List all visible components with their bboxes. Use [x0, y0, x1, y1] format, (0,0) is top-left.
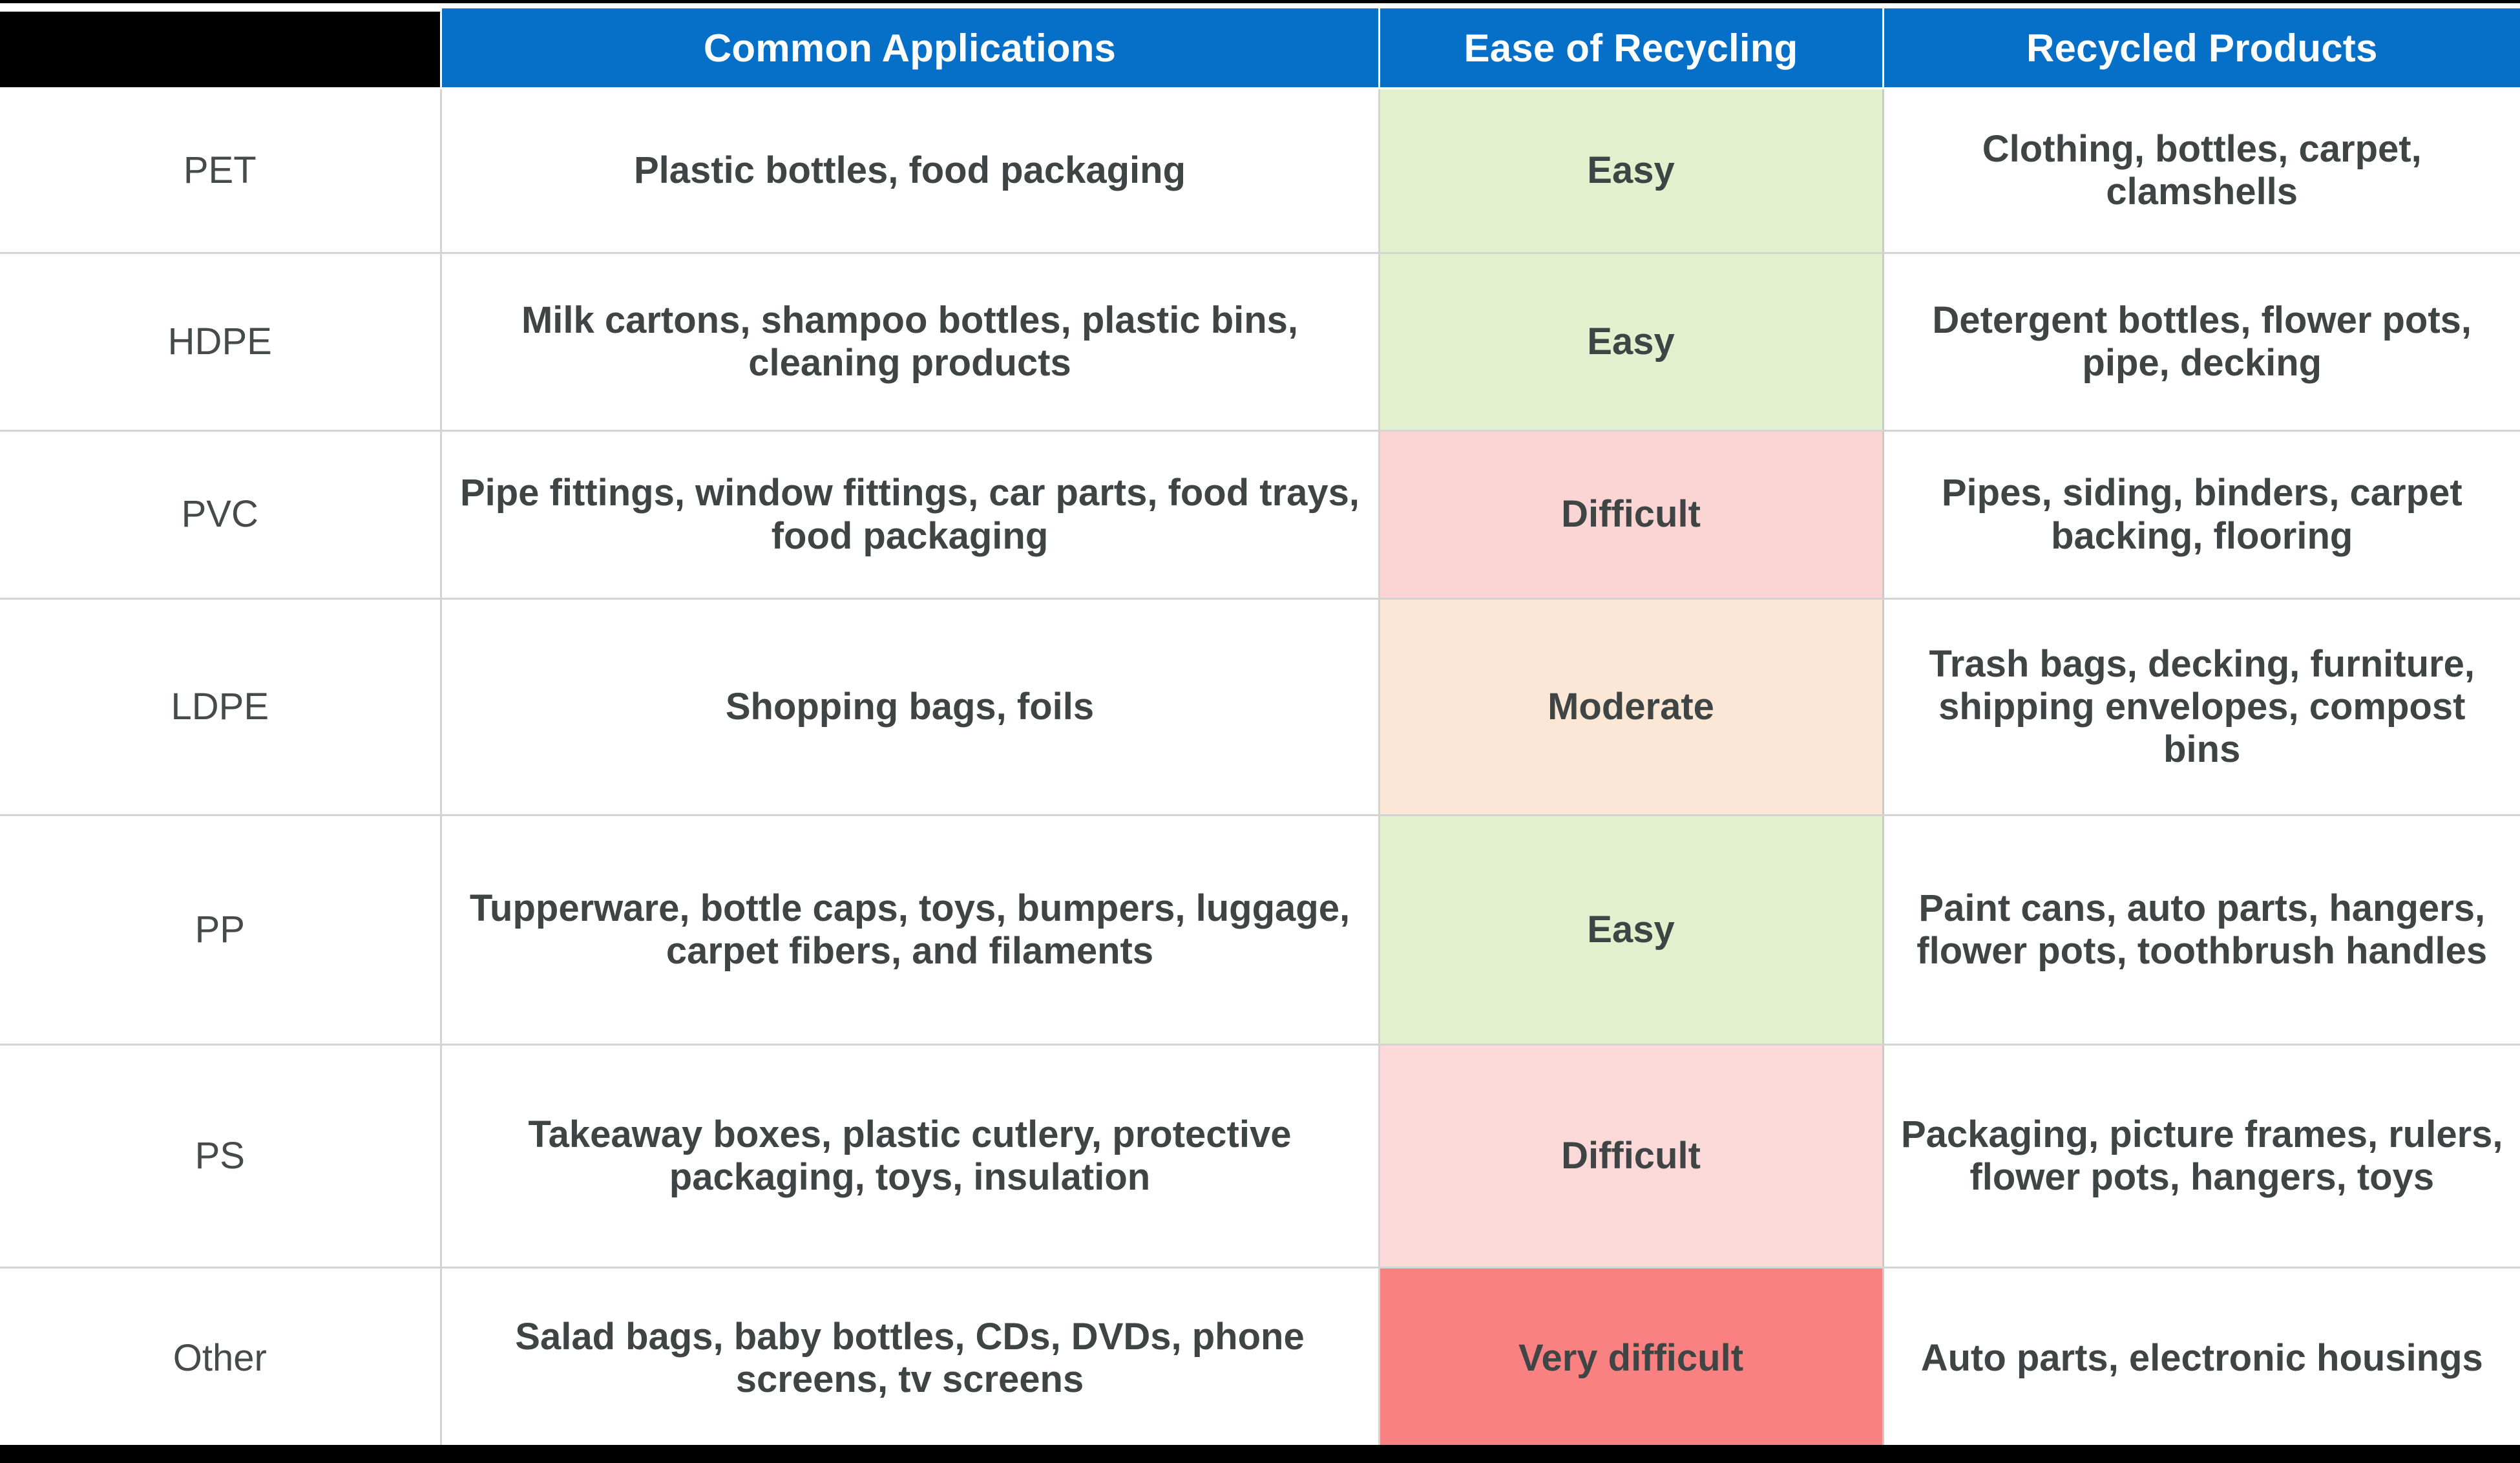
cell-ease-of-recycling: Difficult [1378, 1044, 1884, 1268]
cell-common-applications: Shopping bags, foils [439, 598, 1380, 816]
header-row: Common Applications Ease of Recycling Re… [0, 3, 2520, 89]
cell-plastic-code: PET [0, 87, 442, 254]
cell-recycled-products: Trash bags, decking, furniture, shipping… [1882, 598, 2520, 816]
cell-ease-of-recycling: Difficult [1378, 430, 1884, 600]
table-row: Other Salad bags, baby bottles, CDs, DVD… [0, 1267, 2520, 1450]
table-row: HDPE Milk cartons, shampoo bottles, plas… [0, 252, 2520, 432]
cell-ease-of-recycling: Very difficult [1378, 1267, 1884, 1450]
header-ease-of-recycling: Ease of Recycling [1378, 6, 1884, 89]
cell-common-applications: Salad bags, baby bottles, CDs, DVDs, pho… [439, 1267, 1380, 1450]
table-body: PET Plastic bottles, food packaging Easy… [0, 87, 2520, 1450]
cell-recycled-products: Packaging, picture frames, rulers, flowe… [1882, 1044, 2520, 1268]
cell-common-applications: Pipe fittings, window fittings, car part… [439, 430, 1380, 600]
cell-ease-of-recycling: Easy [1378, 814, 1884, 1046]
cell-plastic-code: PS [0, 1044, 442, 1268]
cell-ease-of-recycling: Moderate [1378, 598, 1884, 816]
header-recycled-products: Recycled Products [1882, 6, 2520, 89]
cell-plastic-code: HDPE [0, 252, 442, 432]
plastics-recycling-table: Common Applications Ease of Recycling Re… [0, 3, 2520, 1450]
cell-plastic-code: PP [0, 814, 442, 1046]
cell-plastic-code: Other [0, 1267, 442, 1450]
table-header: Common Applications Ease of Recycling Re… [0, 3, 2520, 89]
cell-plastic-code: PVC [0, 430, 442, 600]
cell-common-applications: Tupperware, bottle caps, toys, bumpers, … [439, 814, 1380, 1046]
cell-common-applications: Plastic bottles, food packaging [439, 87, 1380, 254]
table-row: LDPE Shopping bags, foils Moderate Trash… [0, 598, 2520, 816]
cell-common-applications: Takeaway boxes, plastic cutlery, protect… [439, 1044, 1380, 1268]
cell-plastic-code: LDPE [0, 598, 442, 816]
cell-recycled-products: Detergent bottles, flower pots, pipe, de… [1882, 252, 2520, 432]
cell-ease-of-recycling: Easy [1378, 252, 1884, 432]
cell-common-applications: Milk cartons, shampoo bottles, plastic b… [439, 252, 1380, 432]
cell-recycled-products: Clothing, bottles, carpet, clamshells [1882, 87, 2520, 254]
table-row: PET Plastic bottles, food packaging Easy… [0, 87, 2520, 254]
cell-recycled-products: Auto parts, electronic housings [1882, 1267, 2520, 1450]
header-common-applications: Common Applications [439, 6, 1380, 89]
table-row: PVC Pipe fittings, window fittings, car … [0, 430, 2520, 600]
cell-recycled-products: Paint cans, auto parts, hangers, flower … [1882, 814, 2520, 1046]
bottom-border-rule [0, 1445, 2520, 1463]
table-row: PP Tupperware, bottle caps, toys, bumper… [0, 814, 2520, 1046]
cell-recycled-products: Pipes, siding, binders, carpet backing, … [1882, 430, 2520, 600]
cell-ease-of-recycling: Easy [1378, 87, 1884, 254]
header-plastic-code [0, 3, 442, 89]
plastics-recycling-table-page: Common Applications Ease of Recycling Re… [0, 0, 2520, 1463]
table-row: PS Takeaway boxes, plastic cutlery, prot… [0, 1044, 2520, 1268]
